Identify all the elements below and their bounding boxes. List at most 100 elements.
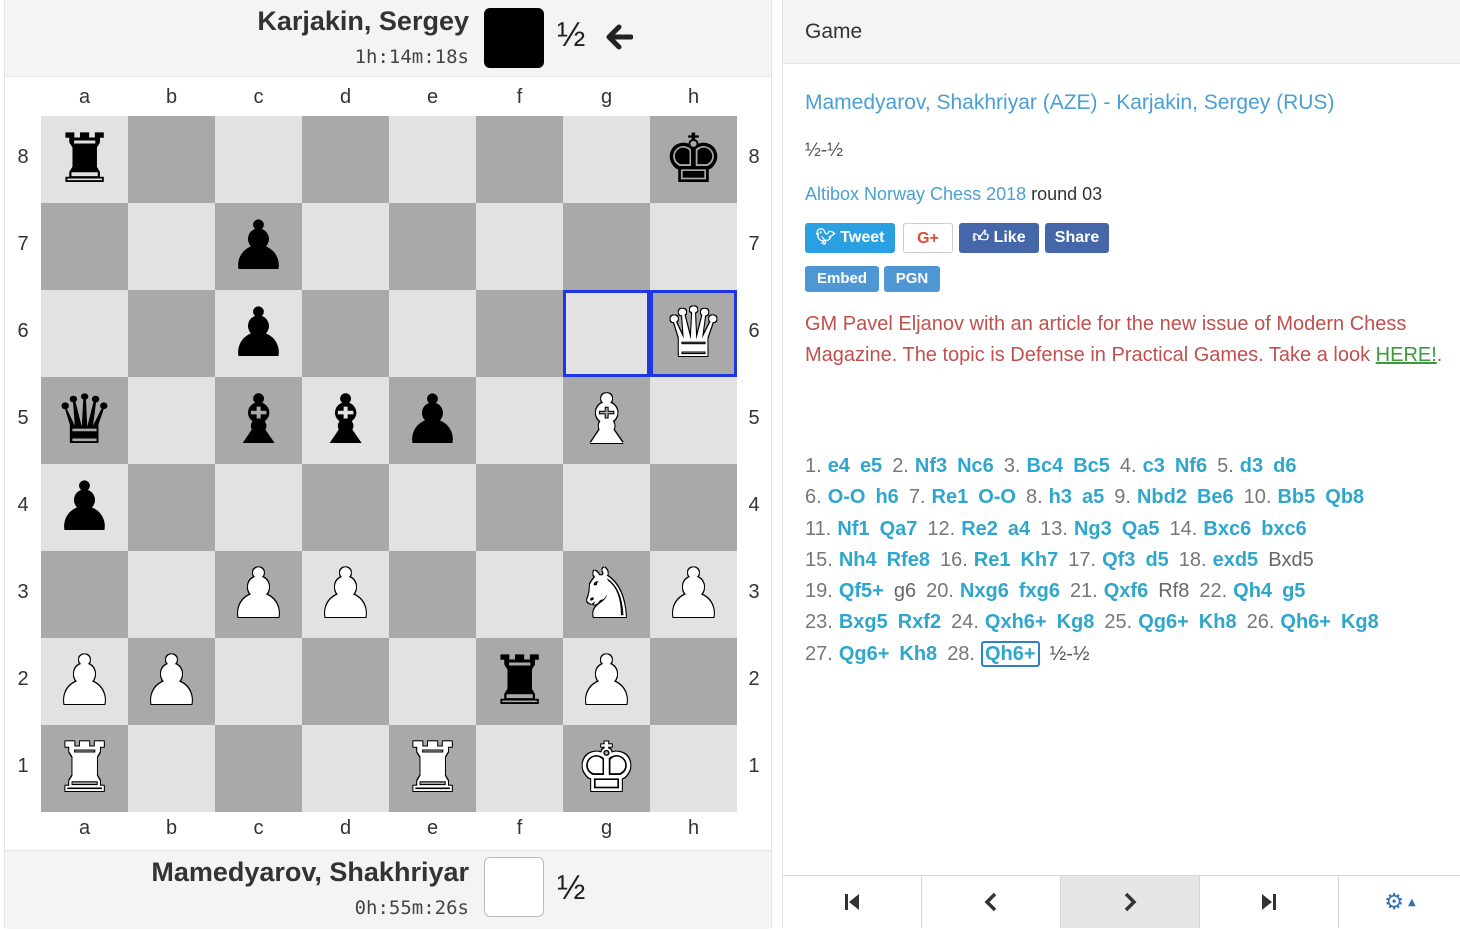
square-h3[interactable]: ♟	[650, 551, 737, 638]
white-pawn-h3[interactable]: ♟	[650, 551, 737, 638]
white-pawn-g2[interactable]: ♟	[563, 638, 650, 725]
square-b4[interactable]	[128, 464, 215, 551]
black-rook-a8[interactable]: ♜	[41, 116, 128, 203]
move[interactable]: g5	[1282, 580, 1305, 602]
move[interactable]: Qf5+	[839, 580, 884, 602]
square-g7[interactable]	[563, 203, 650, 290]
move[interactable]: Nf3	[915, 455, 947, 477]
move[interactable]: Nf1	[837, 518, 869, 540]
move[interactable]: d3	[1240, 455, 1263, 477]
white-rook-a1[interactable]: ♜	[41, 725, 128, 812]
black-player-link[interactable]: Karjakin, Sergey (RUS)	[1116, 91, 1334, 114]
move[interactable]: c3	[1143, 455, 1165, 477]
move[interactable]: d5	[1145, 549, 1168, 571]
square-d4[interactable]	[302, 464, 389, 551]
black-bishop-d5[interactable]: ♝	[302, 377, 389, 464]
square-d2[interactable]	[302, 638, 389, 725]
square-f4[interactable]	[476, 464, 563, 551]
move[interactable]: Rxf2	[898, 611, 941, 633]
white-rook-e1[interactable]: ♜	[389, 725, 476, 812]
move[interactable]: Qxh6+	[985, 611, 1047, 633]
move[interactable]: Nf6	[1175, 455, 1207, 477]
square-e2[interactable]	[389, 638, 476, 725]
white-queen-h6[interactable]: ♛	[650, 290, 737, 377]
square-c6[interactable]: ♟	[215, 290, 302, 377]
move[interactable]: bxc6	[1261, 518, 1307, 540]
square-a6[interactable]	[41, 290, 128, 377]
square-e4[interactable]	[389, 464, 476, 551]
square-b7[interactable]	[128, 203, 215, 290]
move[interactable]: Qh4	[1233, 580, 1272, 602]
move[interactable]: Re2	[961, 518, 998, 540]
square-d1[interactable]	[302, 725, 389, 812]
move[interactable]: g6	[894, 580, 916, 602]
square-b2[interactable]: ♟	[128, 638, 215, 725]
move[interactable]: h6	[875, 486, 898, 508]
move[interactable]: O-O	[828, 486, 866, 508]
current-move[interactable]: Qh6+	[981, 640, 1040, 667]
like-button[interactable]: 👍︎ Like	[959, 223, 1039, 253]
square-f5[interactable]	[476, 377, 563, 464]
move[interactable]: Kh8	[899, 643, 937, 665]
share-button[interactable]: Share	[1045, 223, 1109, 253]
white-player-link[interactable]: Mamedyarov, Shakhriyar (AZE)	[805, 91, 1098, 114]
square-g5[interactable]: ♝	[563, 377, 650, 464]
pgn-button[interactable]: PGN	[884, 266, 940, 292]
move[interactable]: d6	[1273, 455, 1296, 477]
black-king-h8[interactable]: ♚	[650, 116, 737, 203]
move[interactable]: Re1	[932, 486, 969, 508]
square-e7[interactable]	[389, 203, 476, 290]
move[interactable]: Bxd5	[1268, 549, 1314, 571]
move[interactable]: h3	[1049, 486, 1072, 508]
square-c8[interactable]	[215, 116, 302, 203]
square-g1[interactable]: ♚	[563, 725, 650, 812]
square-a4[interactable]: ♟	[41, 464, 128, 551]
move[interactable]: Nc6	[957, 455, 994, 477]
next-move-button[interactable]	[1061, 876, 1200, 928]
previous-move-button[interactable]	[922, 876, 1061, 928]
square-d8[interactable]	[302, 116, 389, 203]
move[interactable]: e4	[828, 455, 850, 477]
square-f7[interactable]	[476, 203, 563, 290]
square-f8[interactable]	[476, 116, 563, 203]
move[interactable]: Rfe8	[887, 549, 930, 571]
move[interactable]: Kh7	[1020, 549, 1058, 571]
move[interactable]: Qxf6	[1104, 580, 1148, 602]
square-d3[interactable]: ♟	[302, 551, 389, 638]
square-a7[interactable]	[41, 203, 128, 290]
move[interactable]: Rf8	[1158, 580, 1189, 602]
move[interactable]: Qh6+	[1280, 611, 1331, 633]
square-h8[interactable]: ♚	[650, 116, 737, 203]
square-a1[interactable]: ♜	[41, 725, 128, 812]
square-a8[interactable]: ♜	[41, 116, 128, 203]
promo-link[interactable]: HERE!	[1376, 344, 1437, 366]
move[interactable]: Nh4	[839, 549, 877, 571]
square-c2[interactable]	[215, 638, 302, 725]
square-e3[interactable]	[389, 551, 476, 638]
square-f1[interactable]	[476, 725, 563, 812]
square-h5[interactable]	[650, 377, 737, 464]
move[interactable]: Be6	[1197, 486, 1234, 508]
move[interactable]: Kh8	[1199, 611, 1237, 633]
event-link[interactable]: Altibox Norway Chess 2018	[805, 184, 1026, 204]
square-b6[interactable]	[128, 290, 215, 377]
tweet-button[interactable]: 🐦︎ Tweet	[805, 223, 895, 253]
square-g2[interactable]: ♟	[563, 638, 650, 725]
square-g4[interactable]	[563, 464, 650, 551]
move[interactable]: Re1	[974, 549, 1011, 571]
move[interactable]: Qf3	[1102, 549, 1135, 571]
square-c3[interactable]: ♟	[215, 551, 302, 638]
move[interactable]: O-O	[978, 486, 1016, 508]
square-b3[interactable]	[128, 551, 215, 638]
square-c5[interactable]: ♝	[215, 377, 302, 464]
move[interactable]: Qg6+	[839, 643, 890, 665]
move[interactable]: Kg8	[1341, 611, 1379, 633]
square-h4[interactable]	[650, 464, 737, 551]
square-h1[interactable]	[650, 725, 737, 812]
white-pawn-a2[interactable]: ♟	[41, 638, 128, 725]
move[interactable]: a5	[1082, 486, 1104, 508]
square-a2[interactable]: ♟	[41, 638, 128, 725]
white-pawn-b2[interactable]: ♟	[128, 638, 215, 725]
white-king-g1[interactable]: ♚	[563, 725, 650, 812]
square-g3[interactable]: ♞	[563, 551, 650, 638]
